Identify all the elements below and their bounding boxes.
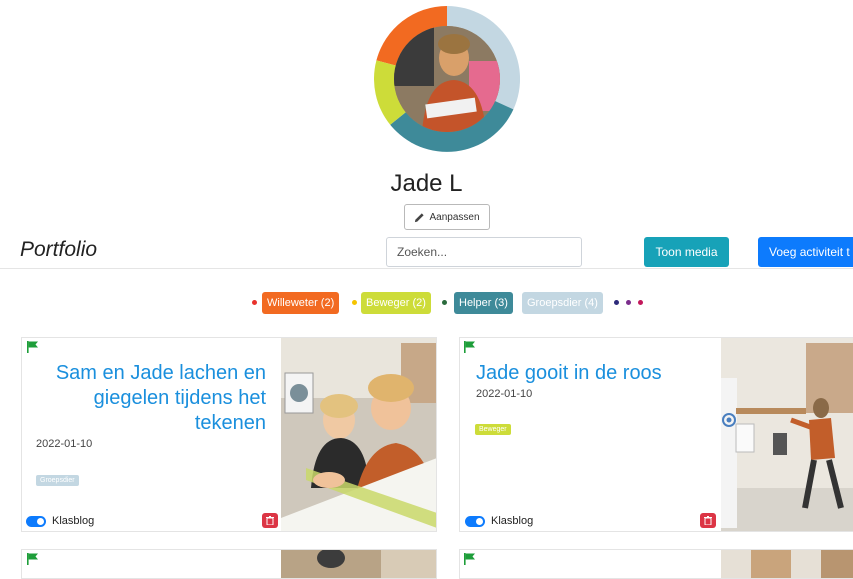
page-title: Portfolio — [20, 238, 98, 261]
toon-media-button[interactable]: Toon media — [644, 237, 729, 267]
filter-tag-groepsdier[interactable]: Groepsdier (4) — [522, 292, 603, 314]
card-date: 2022-01-10 — [36, 438, 93, 450]
activity-card[interactable]: Sam en Jade lachen en giegelen tijdens h… — [21, 337, 437, 532]
header-divider — [0, 268, 853, 269]
card-photo — [281, 338, 436, 531]
profile-name: Jade L — [390, 170, 463, 197]
filter-dot-extra[interactable] — [614, 300, 619, 305]
delete-button[interactable] — [262, 513, 278, 528]
klasblog-toggle[interactable] — [26, 516, 46, 527]
klasblog-label: Klasblog — [52, 515, 95, 527]
delete-button[interactable] — [700, 513, 716, 528]
card-photo — [721, 338, 853, 531]
flag-icon — [464, 553, 475, 565]
add-activity-button[interactable]: Voeg activiteit t — [758, 237, 853, 267]
flag-icon — [464, 341, 475, 353]
edit-profile-button[interactable]: Aanpassen — [404, 204, 490, 230]
activity-card[interactable] — [21, 549, 437, 579]
filter-tag-helper[interactable]: Helper (3) — [454, 292, 513, 314]
card-photo — [281, 550, 436, 578]
filter-dot-beweger — [352, 300, 357, 305]
card-date: 2022-01-10 — [476, 388, 533, 400]
card-category-badge: Groepsdier — [36, 475, 79, 486]
klasblog-label: Klasblog — [491, 515, 534, 527]
filter-dot-willeweter — [252, 300, 257, 305]
activity-card[interactable] — [459, 549, 853, 579]
klasblog-toggle[interactable] — [465, 516, 485, 527]
search-input[interactable] — [386, 237, 582, 267]
pencil-icon — [415, 212, 425, 222]
activity-card[interactable]: Jade gooit in de roos 2022-01-10 Beweger… — [459, 337, 853, 532]
trash-icon — [266, 516, 274, 525]
trash-icon — [704, 516, 712, 525]
filter-tag-beweger[interactable]: Beweger (2) — [361, 292, 431, 314]
flag-icon — [27, 553, 38, 565]
card-category-badge: Beweger — [475, 424, 511, 435]
card-title[interactable]: Sam en Jade lachen en giegelen tijdens h… — [30, 361, 266, 436]
filter-dot-extra[interactable] — [626, 300, 631, 305]
card-title[interactable]: Jade gooit in de roos — [476, 361, 716, 386]
card-photo — [721, 550, 853, 578]
filter-tag-willeweter[interactable]: Willeweter (2) — [262, 292, 340, 314]
flag-icon — [27, 341, 38, 353]
profile-avatar — [374, 5, 521, 152]
filter-dot-helper — [442, 300, 447, 305]
edit-button-label: Aanpassen — [429, 211, 480, 223]
filter-dot-extra[interactable] — [638, 300, 643, 305]
